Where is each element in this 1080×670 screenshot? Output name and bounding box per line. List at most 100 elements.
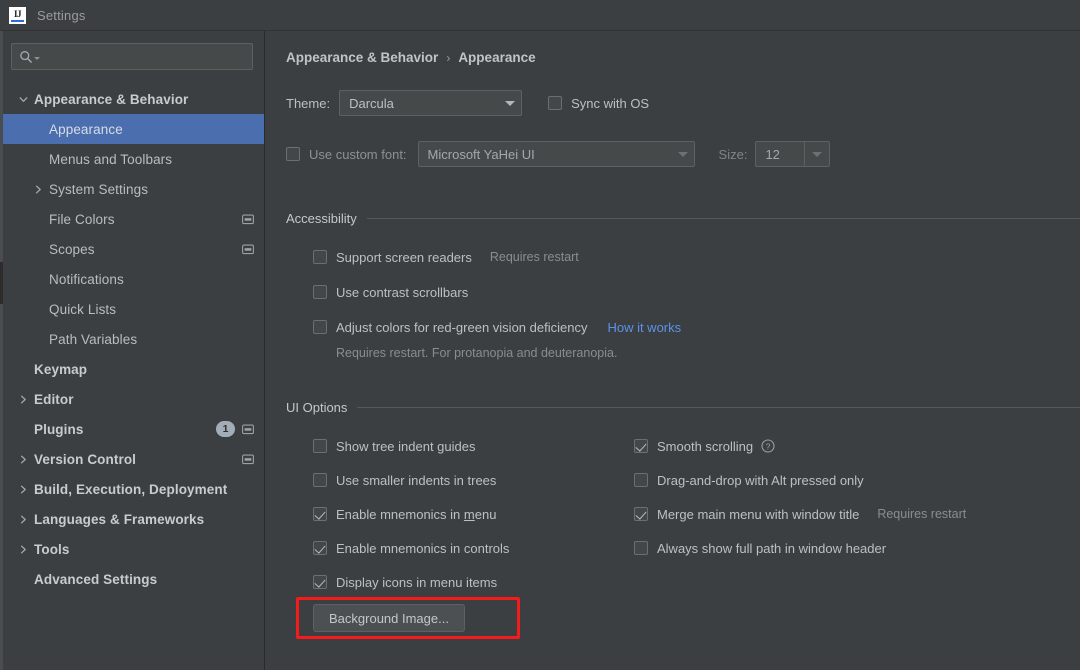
sync-with-os-checkbox[interactable]: Sync with OS [548, 96, 649, 111]
custom-font-row: Use custom font: Microsoft YaHei UI Size… [286, 141, 831, 167]
use-contrast-scrollbars-checkbox[interactable]: Use contrast scrollbars [313, 285, 468, 300]
sidebar-item-label: Keymap [34, 361, 88, 377]
use-custom-font-checkbox[interactable]: Use custom font: [286, 147, 407, 162]
sidebar-item-build-execution-deployment[interactable]: Build, Execution, Deployment [0, 474, 264, 504]
smooth-scrolling-checkbox-box [634, 439, 648, 453]
help-icon[interactable]: ? [761, 439, 775, 453]
sidebar-item-scopes[interactable]: Scopes [0, 234, 264, 264]
search-box[interactable] [11, 43, 253, 70]
sidebar-item-advanced-settings[interactable]: Advanced Settings [0, 564, 264, 594]
sidebar-item-quick-lists[interactable]: Quick Lists [0, 294, 264, 324]
use-contrast-scrollbars-checkbox-box [313, 285, 327, 299]
sidebar-item-appearance-behavior[interactable]: Appearance & Behavior [0, 84, 264, 114]
accessibility-options: Support screen readers Requires restart … [313, 243, 681, 365]
title-bar: IJ Settings [0, 0, 1080, 31]
ui-options-right-column: Smooth scrolling ? Drag-and-drop with Al… [634, 429, 966, 565]
adjust-colors-deficiency-checkbox[interactable]: Adjust colors for red-green vision defic… [313, 320, 587, 335]
chevron-right-icon[interactable] [14, 395, 32, 404]
merge-main-menu-checkbox[interactable]: Merge main menu with window title [634, 507, 859, 522]
breadcrumb-separator-icon: › [446, 50, 451, 65]
option-row: Support screen readers Requires restart [313, 243, 681, 271]
sidebar-item-path-variables[interactable]: Path Variables [0, 324, 264, 354]
sidebar-item-languages-frameworks[interactable]: Languages & Frameworks [0, 504, 264, 534]
window-left-edge-notch [0, 262, 3, 304]
always-show-full-path-label: Always show full path in window header [657, 540, 887, 556]
support-screen-readers-checkbox[interactable]: Support screen readers [313, 250, 472, 265]
enable-mnemonics-in-controls-checkbox[interactable]: Enable mnemonics in controls [313, 531, 509, 565]
chevron-right-icon[interactable] [14, 485, 32, 494]
sidebar-item-plugins[interactable]: Plugins 1 [0, 414, 264, 444]
support-screen-readers-note: Requires restart [489, 250, 579, 264]
sidebar-item-notifications[interactable]: Notifications [0, 264, 264, 294]
breadcrumb: Appearance & Behavior › Appearance [286, 50, 536, 65]
chevron-down-icon [812, 151, 823, 157]
theme-select[interactable]: Darcula [339, 90, 523, 116]
accessibility-section-title: Accessibility [286, 211, 357, 226]
configure-icon[interactable] [242, 214, 254, 225]
breadcrumb-parent[interactable]: Appearance & Behavior [286, 50, 438, 65]
chevron-down-icon[interactable] [14, 95, 32, 104]
sidebar-item-menus-and-toolbars[interactable]: Menus and Toolbars [0, 144, 264, 174]
custom-font-select-value: Microsoft YaHei UI [427, 146, 535, 162]
custom-font-select[interactable]: Microsoft YaHei UI [417, 141, 695, 167]
settings-dialog: IJ Settings Appearance & Behavior Appeara… [0, 0, 1080, 670]
configure-icon[interactable] [242, 244, 254, 255]
drag-and-drop-alt-checkbox[interactable]: Drag-and-drop with Alt pressed only [634, 463, 966, 497]
show-tree-indent-guides-checkbox[interactable]: Show tree indent guides [313, 429, 509, 463]
settings-tree: Appearance & Behavior Appearance Menus and… [0, 84, 264, 594]
chevron-down-icon [505, 100, 516, 106]
configure-icon[interactable] [242, 424, 254, 435]
sidebar-item-label: Scopes [49, 241, 95, 257]
chevron-right-icon[interactable] [14, 545, 32, 554]
sidebar-item-tools[interactable]: Tools [0, 534, 264, 564]
search-input[interactable] [44, 44, 252, 69]
enable-mnemonics-in-controls-label: Enable mnemonics in controls [336, 540, 510, 556]
search-filter-caret-icon[interactable] [34, 57, 40, 60]
sidebar-item-file-colors[interactable]: File Colors [0, 204, 264, 234]
sidebar-item-label: Notifications [49, 271, 124, 287]
font-size-select[interactable]: 12 [755, 141, 831, 167]
accessibility-section-header: Accessibility [286, 211, 1080, 226]
window-left-edge [0, 31, 3, 670]
display-icons-in-menu-items-checkbox[interactable]: Display icons in menu items [313, 565, 509, 599]
use-custom-font-checkbox-box [286, 147, 300, 161]
logo-text: IJ [13, 8, 22, 19]
search-wrapper [0, 31, 264, 70]
configure-icon[interactable] [242, 454, 254, 465]
sidebar-item-label: Appearance & Behavior [34, 91, 189, 107]
settings-sidebar: Appearance & Behavior Appearance Menus and… [0, 31, 265, 670]
accessibility-sub-note: Requires restart. For protanopia and deu… [336, 346, 618, 360]
sidebar-item-label: Plugins [34, 421, 84, 437]
support-screen-readers-label: Support screen readers [336, 249, 472, 265]
background-image-button[interactable]: Background Image... [313, 604, 465, 632]
how-it-works-link[interactable]: How it works [607, 320, 681, 335]
font-size-label: Size: [718, 146, 748, 162]
sidebar-item-label: Tools [34, 541, 70, 557]
smooth-scrolling-checkbox[interactable]: Smooth scrolling [634, 439, 753, 454]
use-smaller-indents-label: Use smaller indents in trees [336, 472, 497, 488]
logo-underline [11, 19, 24, 22]
chevron-right-icon[interactable] [14, 455, 32, 464]
option-subnote-row: Requires restart. For protanopia and deu… [336, 341, 681, 365]
always-show-full-path-checkbox[interactable]: Always show full path in window header [634, 531, 966, 565]
settings-content-pane: Appearance & Behavior › Appearance Theme… [266, 31, 1080, 670]
chevron-right-icon[interactable] [14, 515, 32, 524]
theme-row: Theme: Darcula Sync with OS [286, 90, 649, 116]
font-size-value: 12 [765, 146, 780, 162]
theme-select-value: Darcula [349, 95, 394, 111]
ui-options-section-header: UI Options [286, 400, 1080, 415]
smooth-scrolling-label: Smooth scrolling [657, 438, 754, 454]
support-screen-readers-checkbox-box [313, 250, 327, 264]
section-divider [366, 218, 1080, 219]
adjust-colors-deficiency-label: Adjust colors for red-green vision defic… [336, 319, 588, 335]
display-icons-in-menu-items-label: Display icons in menu items [336, 574, 498, 590]
enable-mnemonics-in-menu-checkbox[interactable]: Enable mnemonics in menu [313, 497, 509, 531]
sidebar-item-system-settings[interactable]: System Settings [0, 174, 264, 204]
sidebar-item-editor[interactable]: Editor [0, 384, 264, 414]
use-smaller-indents-checkbox[interactable]: Use smaller indents in trees [313, 463, 509, 497]
sidebar-item-keymap[interactable]: Keymap [0, 354, 264, 384]
chevron-right-icon[interactable] [29, 185, 47, 194]
option-row: Use contrast scrollbars [313, 278, 681, 306]
sidebar-item-appearance[interactable]: Appearance [0, 114, 264, 144]
sidebar-item-version-control[interactable]: Version Control [0, 444, 264, 474]
